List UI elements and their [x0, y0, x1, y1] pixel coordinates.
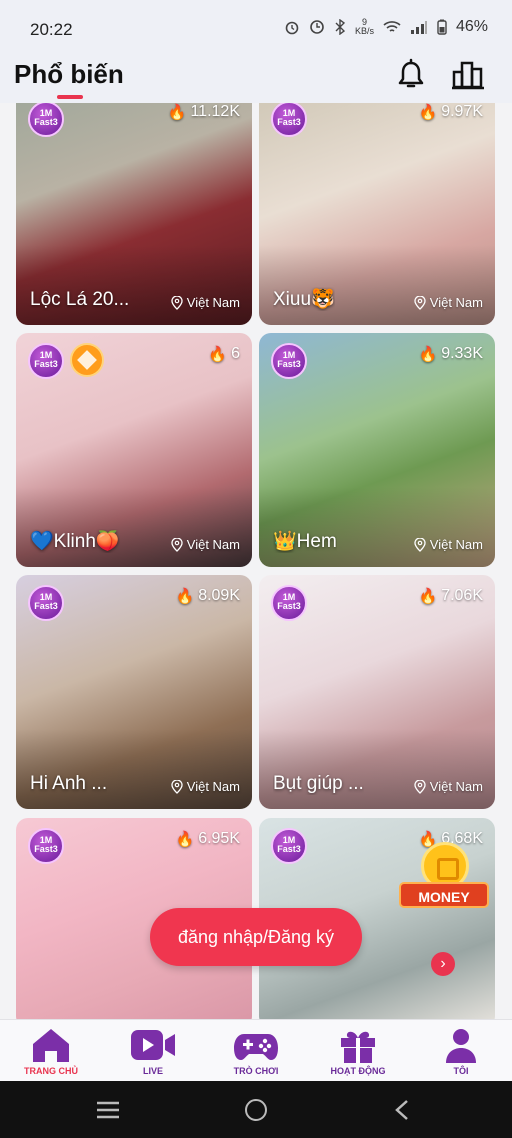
- nav-activity-label: HOẠT ĐỘNG: [330, 1066, 386, 1076]
- net-speed: 9 KB/s: [354, 17, 374, 36]
- system-nav-bar: [0, 1081, 512, 1138]
- alarm-icon: [285, 21, 299, 35]
- live-grid: 1M Fast3 🔥 11.12K Lộc Lá 20... Việt Nam 1M…: [0, 103, 512, 1019]
- card-shade: [259, 487, 495, 567]
- location: Việt Nam: [414, 537, 483, 552]
- card-shade: [259, 245, 495, 325]
- battery-icon: [437, 19, 447, 35]
- fast3-badge: 1M Fast3: [271, 585, 307, 621]
- ranking-icon[interactable]: [450, 57, 486, 93]
- nav-games[interactable]: TRÒ CHƠI: [211, 1026, 301, 1076]
- live-card[interactable]: 1M Fast3 🔥 6 💙Klinh🍑 Việt Nam: [16, 333, 252, 567]
- person-icon: [446, 1029, 476, 1063]
- flame-icon: 🔥: [175, 588, 195, 605]
- location-pin-icon: [414, 779, 426, 794]
- back-icon[interactable]: [394, 1099, 410, 1121]
- page-title[interactable]: Phổ biến: [14, 59, 124, 90]
- view-count: 🔥 8.09K: [175, 587, 241, 605]
- home-button-icon[interactable]: [245, 1099, 267, 1121]
- card-shade: [16, 487, 252, 567]
- fast3-badge: 1M Fast3: [271, 343, 307, 379]
- nav-home-label: TRANG CHỦ: [24, 1066, 78, 1076]
- signal-icon: [410, 21, 427, 34]
- flame-icon: 🔥: [208, 346, 228, 363]
- chevron-right-icon[interactable]: ›: [431, 952, 455, 976]
- status-bar: 20:22 9 KB/s 46%: [0, 0, 512, 58]
- fast3-badge: 1M Fast3: [271, 828, 307, 864]
- top-header: Phổ biến: [0, 55, 512, 103]
- location-pin-icon: [171, 295, 183, 310]
- live-card[interactable]: 1M Fast3 🔥 8.09K Hi Anh ... Việt Nam: [16, 575, 252, 809]
- view-count: 🔥 11.12K: [167, 103, 240, 121]
- app-screen: 20:22 9 KB/s 46% Phổ biến 1M Fast3 🔥 11.…: [0, 0, 512, 1138]
- bottom-nav: TRANG CHỦ LIVE TRÒ CHƠI HOẠT ĐỘNG TÔI: [0, 1019, 512, 1081]
- timer-icon: [310, 20, 324, 34]
- video-icon: [131, 1030, 175, 1060]
- view-count: 🔥 9.33K: [418, 345, 484, 363]
- fast3-badge: 1M Fast3: [28, 343, 64, 379]
- nav-live-label: LIVE: [142, 1066, 163, 1076]
- nav-home[interactable]: TRANG CHỦ: [6, 1026, 96, 1076]
- nav-activity[interactable]: HOẠT ĐỘNG: [313, 1026, 403, 1076]
- login-register-button[interactable]: đăng nhập/Đăng ký: [150, 908, 362, 966]
- gift-icon: [341, 1031, 375, 1063]
- flame-icon: 🔥: [418, 588, 438, 605]
- streamer-name: Lộc Lá 20...: [30, 289, 130, 310]
- recent-apps-icon[interactable]: [96, 1101, 120, 1119]
- location-pin-icon: [171, 779, 183, 794]
- fast3-badge: 1M Fast3: [28, 103, 64, 137]
- streamer-name: Xiuu🐯: [273, 289, 335, 310]
- flame-icon: 🔥: [418, 346, 438, 363]
- live-card[interactable]: 1M Fast3 🔥 7.06K Bụt giúp ... Việt Nam: [259, 575, 495, 809]
- card-shade: [16, 729, 252, 809]
- location: Việt Nam: [171, 779, 240, 794]
- location-pin-icon: [414, 537, 426, 552]
- card-shade: [259, 729, 495, 809]
- card-shade: [16, 245, 252, 325]
- streamer-name: Bụt giúp ...: [273, 773, 364, 794]
- status-time: 20:22: [30, 20, 73, 39]
- streamer-name: 👑Hem: [273, 531, 337, 552]
- location-pin-icon: [414, 295, 426, 310]
- battery-level: 46%: [455, 18, 488, 35]
- diamond-icon: [70, 343, 104, 377]
- wifi-icon: [383, 21, 401, 32]
- nav-me-label: TÔI: [453, 1066, 469, 1076]
- flame-icon: 🔥: [418, 104, 438, 121]
- view-count: 🔥 6.95K: [175, 830, 241, 848]
- gamepad-icon: [234, 1034, 278, 1060]
- flame-icon: 🔥: [167, 104, 187, 121]
- live-card[interactable]: 1M Fast3 🔥 9.33K 👑Hem Việt Nam: [259, 333, 495, 567]
- location: Việt Nam: [171, 537, 240, 552]
- location: Việt Nam: [414, 295, 483, 310]
- flame-icon: 🔥: [175, 831, 195, 848]
- view-count: 🔥 6: [208, 345, 240, 363]
- live-card[interactable]: 1M Fast3 🔥 11.12K Lộc Lá 20... Việt Nam: [16, 103, 252, 325]
- nav-me[interactable]: TÔI: [416, 1026, 506, 1076]
- streamer-name: 💙Klinh🍑: [30, 531, 120, 552]
- home-icon: [33, 1029, 69, 1062]
- bluetooth-icon: [335, 19, 346, 35]
- nav-live[interactable]: LIVE: [108, 1026, 198, 1076]
- money-promo[interactable]: MONEY: [399, 842, 489, 928]
- location-pin-icon: [171, 537, 183, 552]
- location: Việt Nam: [171, 295, 240, 310]
- fast3-badge: 1M Fast3: [28, 585, 64, 621]
- streamer-name: Hi Anh ...: [30, 773, 108, 794]
- location: Việt Nam: [414, 779, 483, 794]
- money-label: MONEY: [399, 882, 489, 908]
- nav-games-label: TRÒ CHƠI: [233, 1066, 279, 1076]
- bell-icon[interactable]: [393, 57, 429, 93]
- fast3-badge: 1M Fast3: [271, 103, 307, 137]
- view-count: 🔥 9.97K: [418, 103, 484, 121]
- view-count: 🔥 7.06K: [418, 587, 484, 605]
- title-underline: [57, 95, 83, 99]
- live-card[interactable]: 1M Fast3 🔥 9.97K Xiuu🐯 Việt Nam: [259, 103, 495, 325]
- fast3-badge: 1M Fast3: [28, 828, 64, 864]
- status-icons: 9 KB/s 46%: [284, 18, 488, 36]
